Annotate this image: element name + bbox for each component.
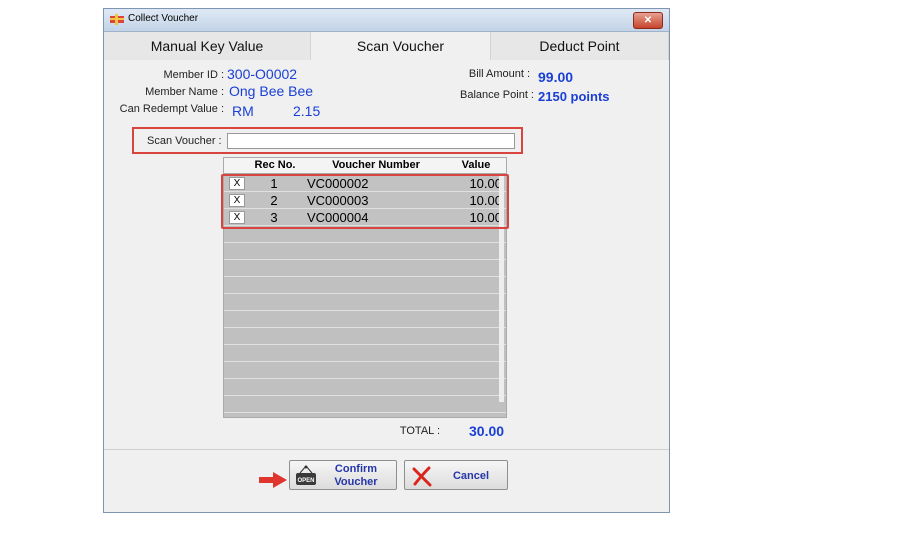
window-title: Collect Voucher	[128, 13, 199, 24]
empty-table-row	[224, 362, 506, 379]
member-name-label: Member Name :	[145, 86, 224, 98]
redempt-value-label: Can Redempt Value :	[119, 103, 224, 115]
empty-table-row	[224, 396, 506, 413]
empty-table-row	[224, 277, 506, 294]
member-id-label: Member ID :	[163, 69, 224, 81]
empty-table-row	[224, 379, 506, 396]
member-id-value: 300-O0002	[227, 66, 298, 82]
cancel-label: Cancel	[452, 470, 490, 482]
tab-bar: Manual Key Value Scan Voucher Deduct Poi…	[104, 32, 669, 60]
confirm-voucher-button[interactable]: OPEN Confirm Voucher	[289, 460, 397, 490]
bill-amount-value: 99.00	[538, 69, 574, 85]
redempt-currency: RM	[232, 103, 254, 119]
open-sign-icon: OPEN	[296, 465, 316, 485]
grid-header: Rec No. Voucher Number Value	[224, 158, 506, 174]
balance-point-label: Balance Point :	[460, 89, 534, 101]
balance-point-value: 2150 points	[538, 89, 610, 104]
collect-voucher-window: Collect Voucher ✕ Manual Key Value Scan …	[103, 8, 670, 513]
confirm-label-line2: Voucher	[334, 476, 378, 488]
member-name-value: Ong Bee Bee	[229, 83, 314, 99]
empty-table-row	[224, 260, 506, 277]
app-icon	[110, 14, 124, 25]
tab-manual-key-value[interactable]: Manual Key Value	[104, 32, 311, 60]
rows-highlight	[221, 174, 509, 229]
bill-amount-label: Bill Amount :	[468, 68, 530, 80]
empty-table-row	[224, 294, 506, 311]
redempt-value: 2.15	[293, 103, 321, 119]
scan-voucher-box: Scan Voucher :	[132, 127, 523, 154]
confirm-label-line1: Confirm	[334, 463, 378, 475]
header-value: Value	[461, 159, 491, 171]
tab-deduct-point[interactable]: Deduct Point	[491, 32, 669, 60]
cancel-button[interactable]: Cancel	[404, 460, 508, 490]
empty-table-row	[224, 328, 506, 345]
total-label: TOTAL :	[399, 425, 440, 437]
cancel-x-icon	[412, 466, 432, 487]
empty-table-row	[224, 243, 506, 260]
tab-scan-voucher[interactable]: Scan Voucher	[311, 32, 491, 60]
empty-table-row	[224, 345, 506, 362]
footer-separator	[104, 449, 669, 450]
scan-voucher-input[interactable]	[227, 133, 515, 149]
header-rec-no: Rec No.	[254, 159, 296, 171]
empty-table-row	[224, 311, 506, 328]
scan-voucher-label: Scan Voucher :	[147, 135, 222, 147]
total-value: 30.00	[469, 423, 505, 439]
svg-text:OPEN: OPEN	[297, 478, 314, 484]
header-voucher-number: Voucher Number	[332, 159, 420, 171]
close-button[interactable]: ✕	[633, 12, 663, 29]
title-bar: Collect Voucher ✕	[104, 9, 669, 32]
pointer-arrow-icon	[259, 472, 287, 488]
